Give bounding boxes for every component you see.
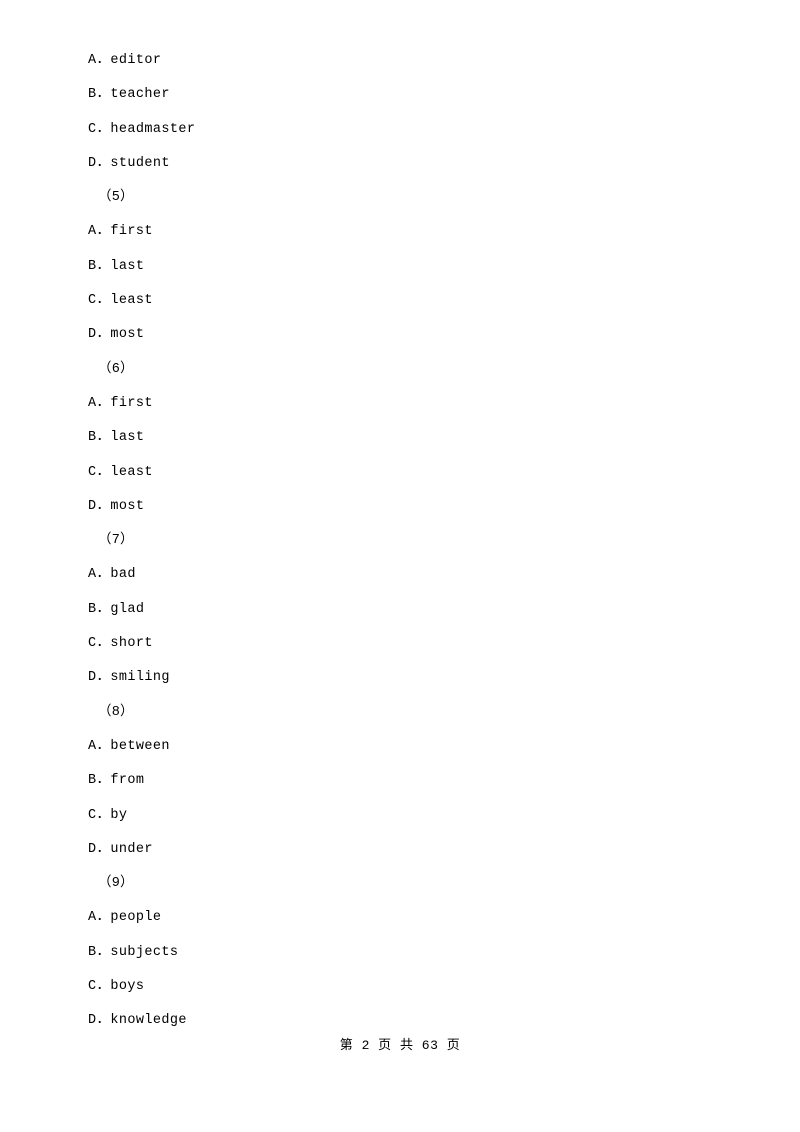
- option-line: B．from: [88, 773, 145, 789]
- option-line: C．least: [88, 293, 153, 309]
- question-number: （7）: [98, 533, 134, 549]
- option-line: A．first: [88, 224, 153, 240]
- option-line: C．least: [88, 464, 153, 480]
- option-line: D．most: [88, 327, 145, 343]
- option-line: B．last: [88, 258, 145, 274]
- option-line: B．last: [88, 430, 145, 446]
- option-line: C．by: [88, 807, 128, 823]
- option-line: A．first: [88, 395, 153, 411]
- option-line: D．student: [88, 155, 170, 171]
- document-page: A．editor B．teacher C．headmaster D．student （5…: [0, 0, 800, 1132]
- option-line: C．headmaster: [88, 121, 196, 137]
- option-line: A．editor: [88, 53, 162, 68]
- question-number: （9）: [98, 876, 134, 892]
- option-line: B．subjects: [88, 944, 179, 960]
- option-line: D．smiling: [88, 670, 170, 686]
- option-line: B．teacher: [88, 87, 170, 103]
- option-line: D．under: [88, 841, 153, 857]
- question-number: （5）: [98, 190, 134, 206]
- option-line: A．bad: [88, 567, 136, 583]
- option-line: C．short: [88, 636, 153, 652]
- question-number: （8）: [98, 704, 134, 720]
- page-footer: 第 2 页 共 63 页: [339, 1038, 461, 1053]
- question-number: （6）: [98, 361, 134, 377]
- option-line: A．between: [88, 738, 170, 754]
- option-line: A．people: [88, 910, 162, 926]
- option-line: D．most: [88, 498, 145, 514]
- option-line: C．boys: [88, 979, 145, 995]
- question-options-list: A．editor B．teacher C．headmaster D．student （5…: [88, 44, 708, 1039]
- option-line: B．glad: [88, 601, 145, 617]
